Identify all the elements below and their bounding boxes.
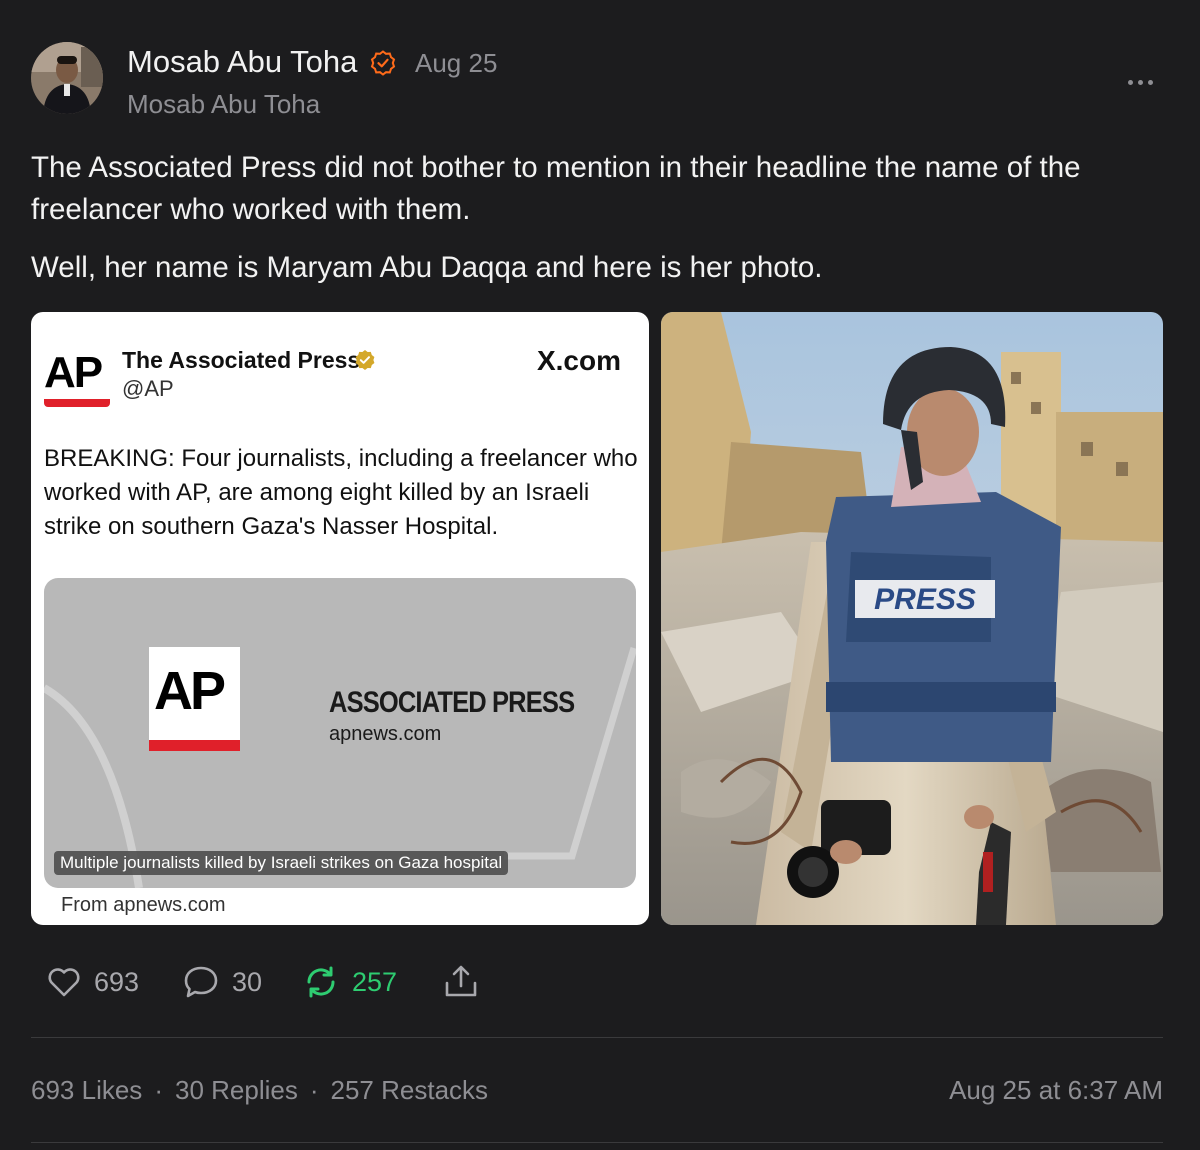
ap-logo: AP [44, 350, 112, 410]
post-date[interactable]: Aug 25 [415, 48, 497, 79]
share-button[interactable] [442, 962, 480, 1002]
preview-caption: Multiple journalists killed by Israeli s… [54, 851, 509, 875]
press-label: PRESS [874, 583, 976, 616]
link-preview-card[interactable]: AP ASSOCIATED PRESS apnews.com Multiple … [44, 578, 636, 888]
embedded-tweet-screenshot[interactable]: AP The Associated Press @AP X.com BREAKI… [31, 312, 649, 925]
post-paragraph-2: Well, her name is Maryam Abu Daqqa and h… [31, 251, 823, 284]
reply-button[interactable]: 30 [182, 962, 262, 1002]
preview-brand: ASSOCIATED PRESS [329, 686, 575, 719]
preview-domain: apnews.com [329, 723, 442, 745]
journalist-photo[interactable]: PRESS [661, 312, 1163, 925]
author-name[interactable]: Mosab Abu Toha [127, 44, 357, 80]
separator-dot: · [309, 1075, 319, 1105]
embed-account-handle: @AP [122, 376, 174, 401]
heart-icon [48, 968, 80, 997]
ap-logo-text: AP [44, 348, 103, 397]
ap-large-logo: AP [149, 647, 240, 751]
x-com-label: X.com [536, 345, 621, 376]
comment-icon [184, 966, 218, 998]
avatar-image [31, 42, 103, 114]
replies-stat[interactable]: 30 Replies [175, 1075, 298, 1106]
engagement-stats: 693 Likes · 30 Replies · 257 Restacks [31, 1075, 488, 1106]
restack-button[interactable]: 257 [302, 962, 397, 1002]
restacks-stat[interactable]: 257 Restacks [331, 1075, 489, 1106]
share-icon [445, 965, 477, 997]
like-button[interactable]: 693 [46, 962, 139, 1002]
ap-large-logo-text: AP [154, 661, 226, 721]
divider [31, 1037, 1163, 1038]
embed-account-name: The Associated Press [122, 347, 361, 373]
post-paragraph-1: The Associated Press did not bother to m… [31, 151, 1081, 226]
reply-count: 30 [232, 966, 263, 997]
embed-source: From apnews.com [61, 894, 226, 916]
separator-dot: · [154, 1075, 163, 1105]
more-options-icon[interactable] [1128, 70, 1158, 94]
author-subtitle: Mosab Abu Toha [127, 89, 321, 119]
restack-icon [307, 966, 335, 998]
journalist-photo-image: PRESS [661, 312, 1163, 925]
gold-verified-icon [355, 350, 375, 370]
likes-stat[interactable]: 693 Likes [31, 1075, 142, 1106]
verified-badge-icon [370, 50, 396, 76]
avatar[interactable] [31, 42, 103, 114]
post-timestamp: Aug 25 at 6:37 AM [949, 1075, 1163, 1105]
like-count: 693 [94, 966, 140, 997]
divider [31, 1142, 1163, 1143]
embed-tweet-text: BREAKING: Four journalists, including a … [44, 445, 638, 540]
restack-count: 257 [352, 966, 398, 997]
